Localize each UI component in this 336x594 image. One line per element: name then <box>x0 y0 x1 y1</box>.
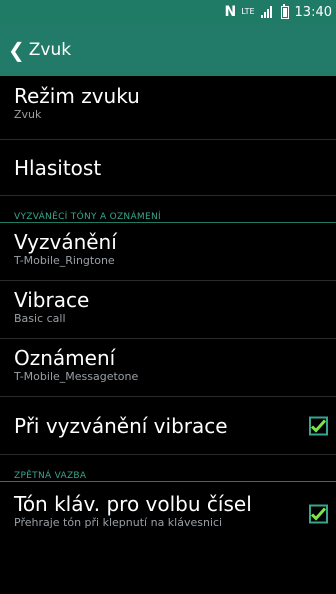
item-sub: Přehraje tón při klepnutí na klávesnici <box>14 516 223 529</box>
checkmark-icon <box>311 507 326 521</box>
ringtone-item[interactable]: Vyzvánění T-Mobile_Ringtone <box>0 223 336 281</box>
dial-tone-item[interactable]: Tón kláv. pro volbu čísel Přehraje tón p… <box>0 482 336 546</box>
nfc-icon: N <box>224 4 237 20</box>
item-label: Tón kláv. pro volbu čísel <box>14 492 252 516</box>
volume-item[interactable]: Hlasitost <box>0 140 336 196</box>
lte-icon: LTE <box>241 7 255 16</box>
vibrate-when-ringing-item[interactable]: Při vyzvánění vibrace <box>0 397 336 455</box>
checkmark-icon <box>311 419 326 432</box>
vibration-item[interactable]: Vibrace Basic call <box>0 281 336 339</box>
action-bar: ❮ Zvuk <box>0 24 336 76</box>
clock: 13:40 <box>294 4 332 20</box>
battery-icon <box>280 3 289 19</box>
notification-item[interactable]: Oznámení T-Mobile_Messagetone <box>0 339 336 397</box>
item-sub: Zvuk <box>14 108 42 121</box>
back-button[interactable]: ❮ Zvuk <box>0 24 81 76</box>
section-header-ringtones: VYZVÁNĚCÍ TÓNY A OZNÁMENÍ <box>0 196 336 223</box>
settings-list: Režim zvuku Zvuk Hlasitost VYZVÁNĚCÍ TÓN… <box>0 76 336 546</box>
section-header-feedback: ZPĚTNÁ VAZBA <box>0 455 336 482</box>
signal-icon <box>260 6 275 18</box>
item-sub: T-Mobile_Messagetone <box>14 370 139 383</box>
vibrate-when-ringing-checkbox[interactable] <box>309 416 328 435</box>
status-bar: N LTE 13:40 <box>0 0 336 24</box>
page-title: Zvuk <box>28 40 72 60</box>
item-label: Vyzvánění <box>14 230 117 254</box>
item-sub: Basic call <box>14 312 66 325</box>
status-icons: N LTE 13:40 <box>225 3 332 21</box>
item-label: Při vyzvánění vibrace <box>14 414 228 438</box>
item-sub: T-Mobile_Ringtone <box>14 254 115 267</box>
sound-mode-item[interactable]: Režim zvuku Zvuk <box>0 76 336 140</box>
item-label: Oznámení <box>14 346 116 370</box>
dial-tone-checkbox[interactable] <box>309 504 328 524</box>
chevron-left-icon: ❮ <box>8 38 25 62</box>
item-label: Vibrace <box>14 288 90 312</box>
item-label: Hlasitost <box>14 156 102 180</box>
item-label: Režim zvuku <box>14 84 140 108</box>
